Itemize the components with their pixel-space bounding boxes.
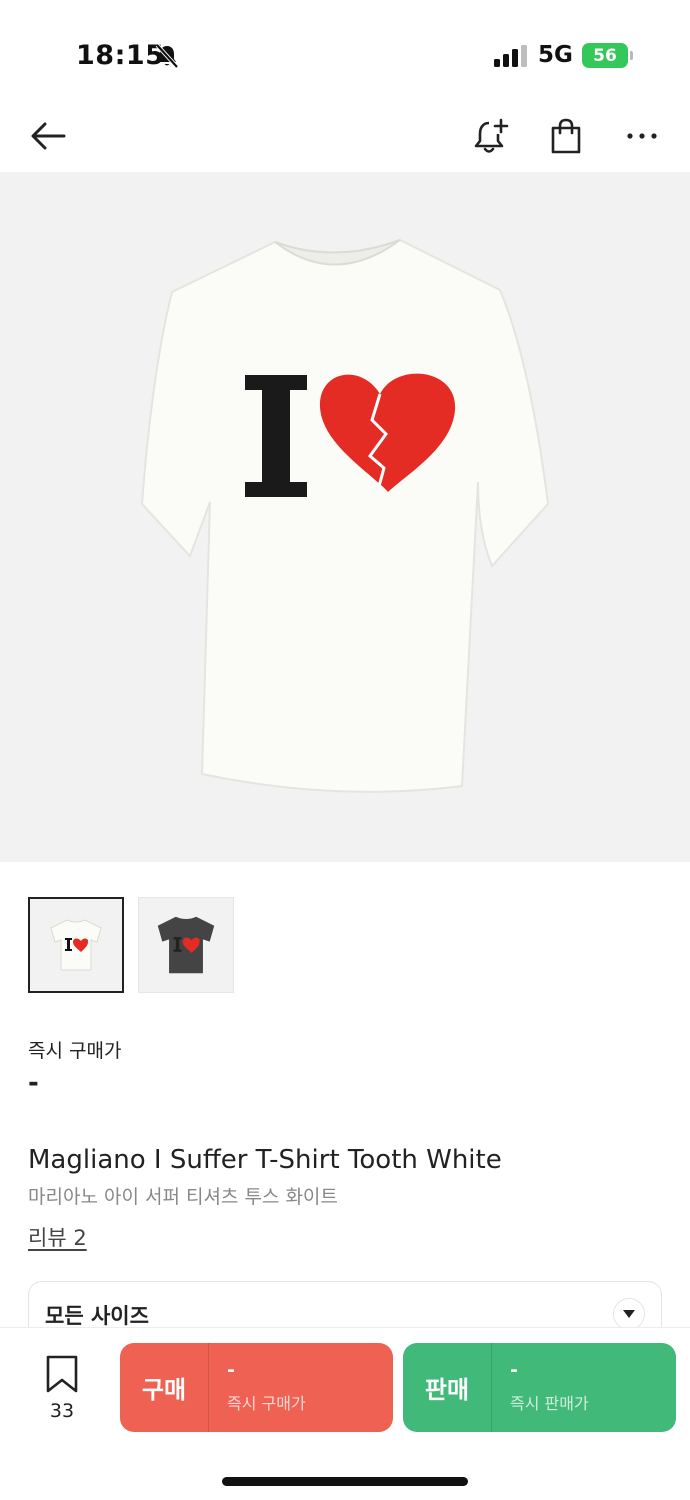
instant-price-label: 즉시 구매가 [28,1040,122,1062]
sell-button-subtitle: 즉시 판매가 [510,1394,589,1413]
buy-button-subtitle: 즉시 구매가 [227,1394,306,1413]
sell-button-divider [491,1343,492,1432]
product-title-korean: 마리아노 아이 서퍼 티셔츠 투스 화이트 [28,1186,338,1208]
network-type: 5G [538,42,573,68]
bell-muted-icon [155,43,179,69]
thumbnail-white-image [50,919,102,971]
buy-button-divider [208,1343,209,1432]
top-nav [0,100,690,172]
more-dots-icon [627,133,657,139]
thumbnail-charcoal[interactable] [138,897,234,993]
review-link[interactable]: 리뷰 2 [28,1222,87,1252]
size-dropdown-label: 모든 사이즈 [45,1304,149,1328]
buy-button-price: - [227,1359,235,1381]
signal-icon [494,45,527,67]
thumbnail-strip [28,897,234,993]
back-arrow-icon [31,122,66,150]
buy-button-label: 구매 [141,1376,187,1404]
battery-level: 56 [593,45,617,66]
bookmark-icon [46,1355,78,1393]
price-alert-button[interactable] [468,114,512,158]
product-title: Magliano I Suffer T-Shirt Tooth White [28,1145,502,1175]
status-time: 18:15 [76,40,165,71]
thumbnail-white[interactable] [28,897,124,993]
battery-tip [630,51,633,60]
wishlist-button[interactable]: 33 [36,1354,88,1422]
home-indicator[interactable] [222,1477,468,1486]
bottom-action-bar: 33 구매 - 즉시 구매가 판매 - 즉시 판매가 [0,1327,690,1500]
thumbnail-charcoal-image [157,916,215,974]
sell-button[interactable]: 판매 - 즉시 판매가 [403,1343,676,1432]
shopping-bag-icon [551,118,581,154]
product-hero-image[interactable] [0,172,690,862]
bell-plus-icon [474,118,509,153]
sell-button-price: - [510,1359,518,1381]
wishlist-count: 33 [49,1400,75,1422]
tshirt-image [140,238,550,793]
back-button[interactable] [26,114,70,158]
status-bar: 18:15 5G 56 [0,0,690,100]
more-button[interactable] [620,114,664,158]
instant-price-value: - [28,1068,39,1098]
sell-button-label: 판매 [424,1376,470,1404]
cart-button[interactable] [544,114,588,158]
chevron-down-icon [613,1298,645,1330]
buy-button[interactable]: 구매 - 즉시 구매가 [120,1343,393,1432]
battery-icon: 56 [582,43,628,68]
